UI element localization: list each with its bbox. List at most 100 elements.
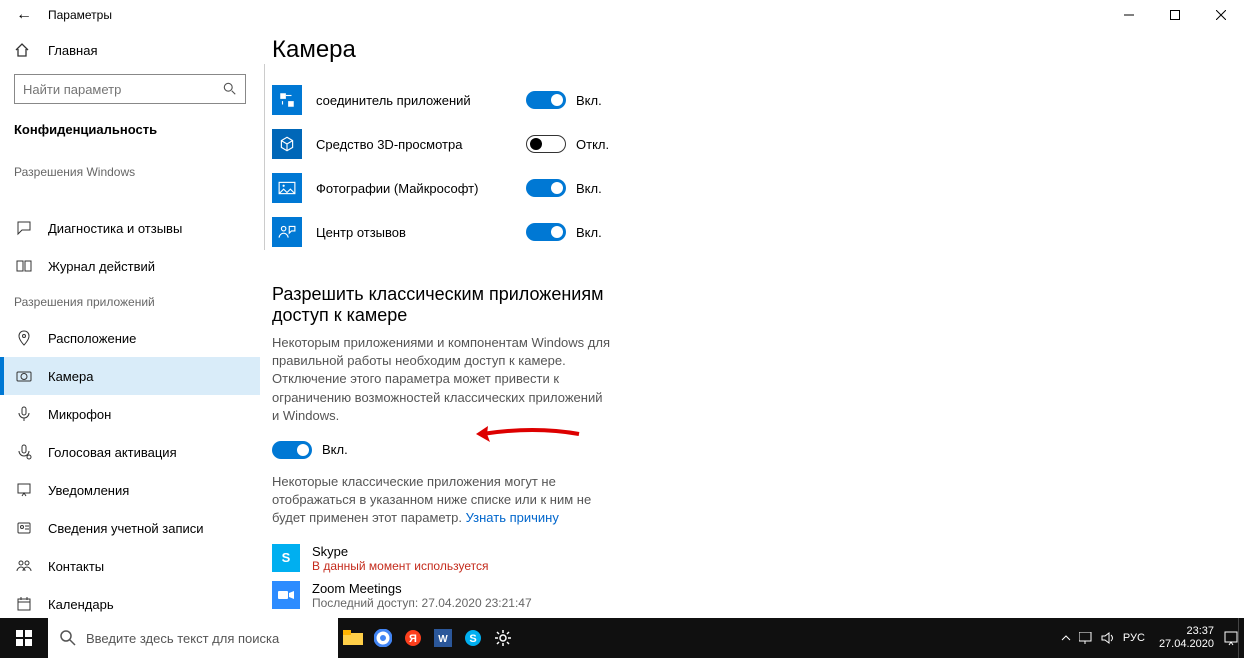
maximize-button[interactable] bbox=[1152, 0, 1198, 30]
camera-icon bbox=[14, 368, 34, 384]
home-link[interactable]: Главная bbox=[0, 34, 260, 66]
toggle-label: Вкл. bbox=[576, 93, 602, 108]
classic-app-row: S Skype В данный момент используется bbox=[272, 544, 1244, 573]
toggle-label: Вкл. bbox=[576, 181, 602, 196]
task-settings-icon[interactable] bbox=[488, 618, 518, 658]
search-icon bbox=[223, 82, 237, 96]
sidebar-item-notifications[interactable]: Уведомления bbox=[0, 471, 260, 509]
sidebar-item-label: Календарь bbox=[48, 597, 114, 612]
tray-lang[interactable]: РУС bbox=[1123, 632, 1145, 644]
page-title: Камера bbox=[272, 36, 1244, 64]
contacts-icon bbox=[14, 558, 34, 574]
sidebar-item-microphone[interactable]: Микрофон bbox=[0, 395, 260, 433]
toggle-label: Откл. bbox=[576, 137, 609, 152]
minimize-button[interactable] bbox=[1106, 0, 1152, 30]
svg-text:W: W bbox=[438, 634, 448, 645]
tray-notifications-icon[interactable] bbox=[1224, 618, 1238, 658]
tray-clock[interactable]: 23:37 27.04.2020 bbox=[1149, 625, 1224, 651]
sidebar-item-account[interactable]: Сведения учетной записи bbox=[0, 509, 260, 547]
titlebar: ← Параметры bbox=[0, 0, 1244, 30]
search-input[interactable] bbox=[23, 82, 223, 97]
sidebar-item-label: Голосовая активация bbox=[48, 445, 177, 460]
taskbar-search[interactable]: Введите здесь текст для поиска bbox=[48, 618, 338, 658]
task-yandex-icon[interactable]: Я bbox=[398, 618, 428, 658]
toggle-label: Вкл. bbox=[322, 442, 348, 457]
home-icon bbox=[14, 42, 34, 58]
feedback-icon bbox=[14, 220, 34, 236]
classic-app-name: Zoom Meetings bbox=[312, 581, 532, 596]
tray[interactable]: РУС bbox=[1061, 632, 1149, 644]
app-row: Центр отзывов Вкл. bbox=[272, 210, 1244, 254]
toggle-photos[interactable] bbox=[526, 179, 566, 197]
sidebar-item-voice[interactable]: Голосовая активация bbox=[0, 433, 260, 471]
sidebar-item-label: Уведомления bbox=[48, 483, 129, 498]
app-connector-icon bbox=[272, 85, 302, 115]
sidebar-item-diagnostics[interactable]: Диагностика и отзывы bbox=[0, 209, 260, 247]
sidebar-item-label: Камера bbox=[48, 369, 93, 384]
search-icon bbox=[60, 630, 76, 646]
history-icon bbox=[14, 258, 34, 274]
svg-text:Я: Я bbox=[409, 633, 417, 645]
skype-icon: S bbox=[272, 544, 300, 572]
show-desktop[interactable] bbox=[1238, 618, 1244, 658]
sidebar-item-label: Расположение bbox=[48, 331, 136, 346]
main-content: Камера соединитель приложений Вкл. Средс… bbox=[260, 30, 1244, 630]
category-app-permissions: Разрешения приложений bbox=[0, 285, 260, 319]
task-skype-icon[interactable]: S bbox=[458, 618, 488, 658]
classic-app-name: Skype bbox=[312, 544, 488, 559]
tray-volume-icon[interactable] bbox=[1101, 632, 1115, 644]
sidebar-item-activity[interactable]: Журнал действий bbox=[0, 247, 260, 285]
task-word-icon[interactable]: W bbox=[428, 618, 458, 658]
app-name: Средство 3D-просмотра bbox=[316, 137, 526, 152]
tray-chevron-icon[interactable] bbox=[1061, 633, 1071, 643]
toggle-feedback[interactable] bbox=[526, 223, 566, 241]
3d-viewer-icon bbox=[272, 129, 302, 159]
photos-icon bbox=[272, 173, 302, 203]
classic-app-status: Последний доступ: 27.04.2020 23:21:47 bbox=[312, 596, 532, 610]
privacy-header: Конфиденциальность bbox=[0, 118, 260, 155]
app-row: Фотографии (Майкрософт) Вкл. bbox=[272, 166, 1244, 210]
app-name: соединитель приложений bbox=[316, 93, 526, 108]
classic-apps-header: Разрешить классическим приложениям досту… bbox=[272, 284, 612, 326]
svg-text:S: S bbox=[469, 633, 476, 645]
taskbar: Введите здесь текст для поиска Я W S РУС… bbox=[0, 618, 1244, 658]
start-button[interactable] bbox=[0, 618, 48, 658]
sidebar-item-camera[interactable]: Камера bbox=[0, 357, 260, 395]
classic-note: Некоторые классические приложения могут … bbox=[272, 473, 612, 528]
app-row: Средство 3D-просмотра Откл. bbox=[272, 122, 1244, 166]
sidebar-item-truncated[interactable] bbox=[0, 189, 260, 209]
sidebar-item-contacts[interactable]: Контакты bbox=[0, 547, 260, 585]
home-label: Главная bbox=[48, 43, 97, 58]
app-name: Фотографии (Майкрософт) bbox=[316, 181, 526, 196]
task-chrome-icon[interactable] bbox=[368, 618, 398, 658]
voice-icon bbox=[14, 444, 34, 460]
search-input-wrap[interactable] bbox=[14, 74, 246, 104]
tray-network-icon[interactable] bbox=[1079, 632, 1093, 644]
notifications-icon bbox=[14, 482, 34, 498]
calendar-icon bbox=[14, 596, 34, 612]
app-row: соединитель приложений Вкл. bbox=[272, 78, 1244, 122]
classic-app-row: Zoom Meetings Последний доступ: 27.04.20… bbox=[272, 581, 1244, 610]
sidebar: Главная Конфиденциальность Разрешения Wi… bbox=[0, 30, 260, 630]
sidebar-item-label: Диагностика и отзывы bbox=[48, 221, 182, 236]
classic-app-status: В данный момент используется bbox=[312, 559, 488, 573]
toggle-3dviewer[interactable] bbox=[526, 135, 566, 153]
feedback-hub-icon bbox=[272, 217, 302, 247]
zoom-icon bbox=[272, 581, 300, 609]
taskbar-search-placeholder: Введите здесь текст для поиска bbox=[86, 631, 279, 646]
toggle-connector[interactable] bbox=[526, 91, 566, 109]
sidebar-item-label: Журнал действий bbox=[48, 259, 155, 274]
window-title: Параметры bbox=[40, 8, 112, 22]
sidebar-item-location[interactable]: Расположение bbox=[0, 319, 260, 357]
classic-apps-desc: Некоторым приложениями и компонентам Win… bbox=[272, 334, 612, 425]
close-button[interactable] bbox=[1198, 0, 1244, 30]
back-button[interactable]: ← bbox=[8, 6, 40, 24]
learn-more-link[interactable]: Узнать причину bbox=[466, 510, 559, 525]
task-explorer-icon[interactable] bbox=[338, 618, 368, 658]
microphone-icon bbox=[14, 406, 34, 422]
sidebar-item-label: Микрофон bbox=[48, 407, 111, 422]
account-icon bbox=[14, 520, 34, 536]
toggle-classic-apps[interactable] bbox=[272, 441, 312, 459]
location-icon bbox=[14, 330, 34, 346]
category-windows-permissions: Разрешения Windows bbox=[0, 155, 260, 189]
